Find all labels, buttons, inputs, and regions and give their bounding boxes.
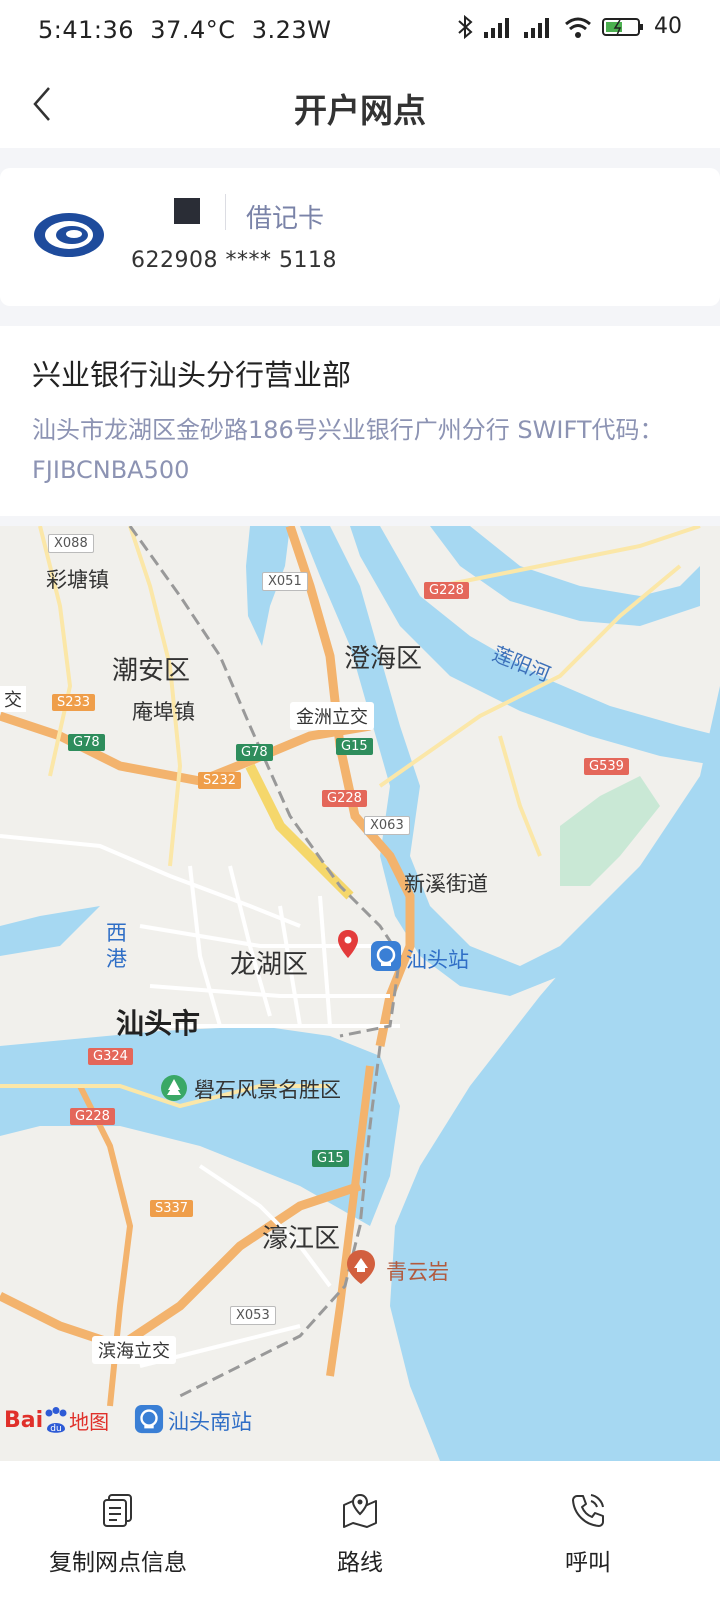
signal-icon	[484, 17, 509, 38]
status-right: 40	[456, 14, 682, 39]
card-type: 借记卡	[246, 204, 325, 234]
map-label-shantou-city: 汕头市	[116, 1007, 201, 1040]
road-g228-middle: G228	[322, 790, 367, 807]
road-g78-west: G78	[68, 734, 105, 751]
bluetooth-icon	[458, 14, 473, 39]
road-g324: G324	[88, 1048, 133, 1065]
map-route-icon	[343, 1493, 377, 1528]
copy-branch-info-label: 复制网点信息	[49, 1550, 187, 1576]
road-s337: S337	[150, 1200, 194, 1217]
route-button[interactable]: 路线	[260, 1491, 460, 1577]
map-view[interactable]: 彩塘镇 潮安区 庵埠镇 澄海区 金洲立交 新溪街道 龙湖区 汕头市 汕头站 西港…	[0, 526, 720, 1461]
nav-bar: 开户网点	[0, 64, 720, 148]
card-divider	[225, 194, 226, 230]
baidu-paw-icon: du	[45, 1406, 67, 1434]
map-label-chenghai: 澄海区	[344, 644, 423, 674]
map-label-qingyunyan: 青云岩	[386, 1260, 449, 1284]
map-label-queshi: 礐石风景名胜区	[194, 1078, 341, 1102]
status-temperature: 37.4°C	[150, 16, 236, 44]
signal-icon-2	[524, 17, 549, 38]
card-holder-mask	[174, 198, 200, 224]
bank-card: 借记卡 622908 **** 5118	[0, 168, 720, 306]
map-label-jinzhou: 金洲立交	[290, 702, 374, 730]
road-g539: G539	[584, 758, 629, 775]
map-label-longhu: 龙湖区	[230, 950, 309, 980]
road-x063: X063	[364, 816, 410, 835]
map-label-haojiang: 濠江区	[262, 1224, 341, 1254]
map-label-xinxi: 新溪街道	[404, 872, 488, 896]
card-number: 622908 **** 5118	[131, 248, 337, 273]
copy-branch-info-button[interactable]: 复制网点信息	[18, 1491, 218, 1577]
attraction-icon	[347, 1250, 375, 1284]
road-g228-north: G228	[424, 582, 469, 599]
road-g15-north: G15	[336, 738, 373, 755]
branch-info: 兴业银行汕头分行营业部 汕头市龙湖区金砂路186号兴业银行广州分行 SWIFT代…	[0, 326, 720, 516]
call-button[interactable]: 呼叫	[488, 1491, 688, 1577]
map-label-shantou-station: 汕头站	[406, 948, 469, 972]
road-g228-south: G228	[70, 1108, 115, 1125]
map-label-anbu: 庵埠镇	[132, 700, 195, 724]
bank-logo-icon	[34, 213, 104, 257]
road-g15-south: G15	[312, 1150, 349, 1167]
road-s232: S232	[198, 772, 242, 789]
road-x088: X088	[48, 534, 94, 553]
status-time: 5:41:36	[38, 16, 135, 44]
status-left: 5:41:36 37.4°C 3.23W	[38, 16, 331, 44]
status-power: 3.23W	[251, 16, 332, 44]
phone-call-icon	[572, 1494, 604, 1527]
battery-level: 40	[654, 14, 682, 39]
baidu-logo-text: 地图	[69, 1410, 110, 1434]
map-label-shantou-south: 汕头南站	[168, 1410, 252, 1434]
scenic-park-icon	[161, 1075, 187, 1101]
bottom-action-bar: 复制网点信息 路线 呼叫	[0, 1461, 720, 1600]
baidu-logo-bai: Bai	[4, 1408, 44, 1433]
page-title: 开户网点	[294, 91, 426, 130]
map-label-chaoan: 潮安区	[112, 656, 191, 686]
route-label: 路线	[337, 1550, 383, 1576]
road-s233: S233	[52, 694, 96, 711]
battery-icon	[602, 17, 643, 36]
location-pin-icon[interactable]	[338, 930, 358, 958]
branch-address: 汕头市龙湖区金砂路186号兴业银行广州分行 SWIFT代码：FJIBCNBA50…	[32, 416, 664, 484]
status-bar: 5:41:36 37.4°C 3.23W 40	[0, 0, 720, 64]
map-label-binhai: 滨海立交	[92, 1336, 176, 1364]
svg-text:du: du	[50, 1424, 61, 1434]
map-label-caitang: 彩塘镇	[46, 568, 109, 592]
map-label-xigang: 西港	[106, 921, 127, 971]
train-station-south-icon	[134, 1404, 164, 1434]
map-label-edge-interchange: 交	[0, 686, 26, 712]
copy-document-icon	[103, 1494, 132, 1527]
branch-name: 兴业银行汕头分行营业部	[32, 358, 352, 392]
baidu-map-logo: Bai du 地图	[4, 1406, 109, 1435]
wifi-icon	[565, 17, 591, 38]
train-station-icon	[371, 941, 401, 971]
road-g78-east: G78	[236, 744, 273, 761]
road-x053: X053	[230, 1306, 276, 1325]
call-label: 呼叫	[565, 1550, 611, 1576]
road-x051: X051	[262, 572, 308, 591]
